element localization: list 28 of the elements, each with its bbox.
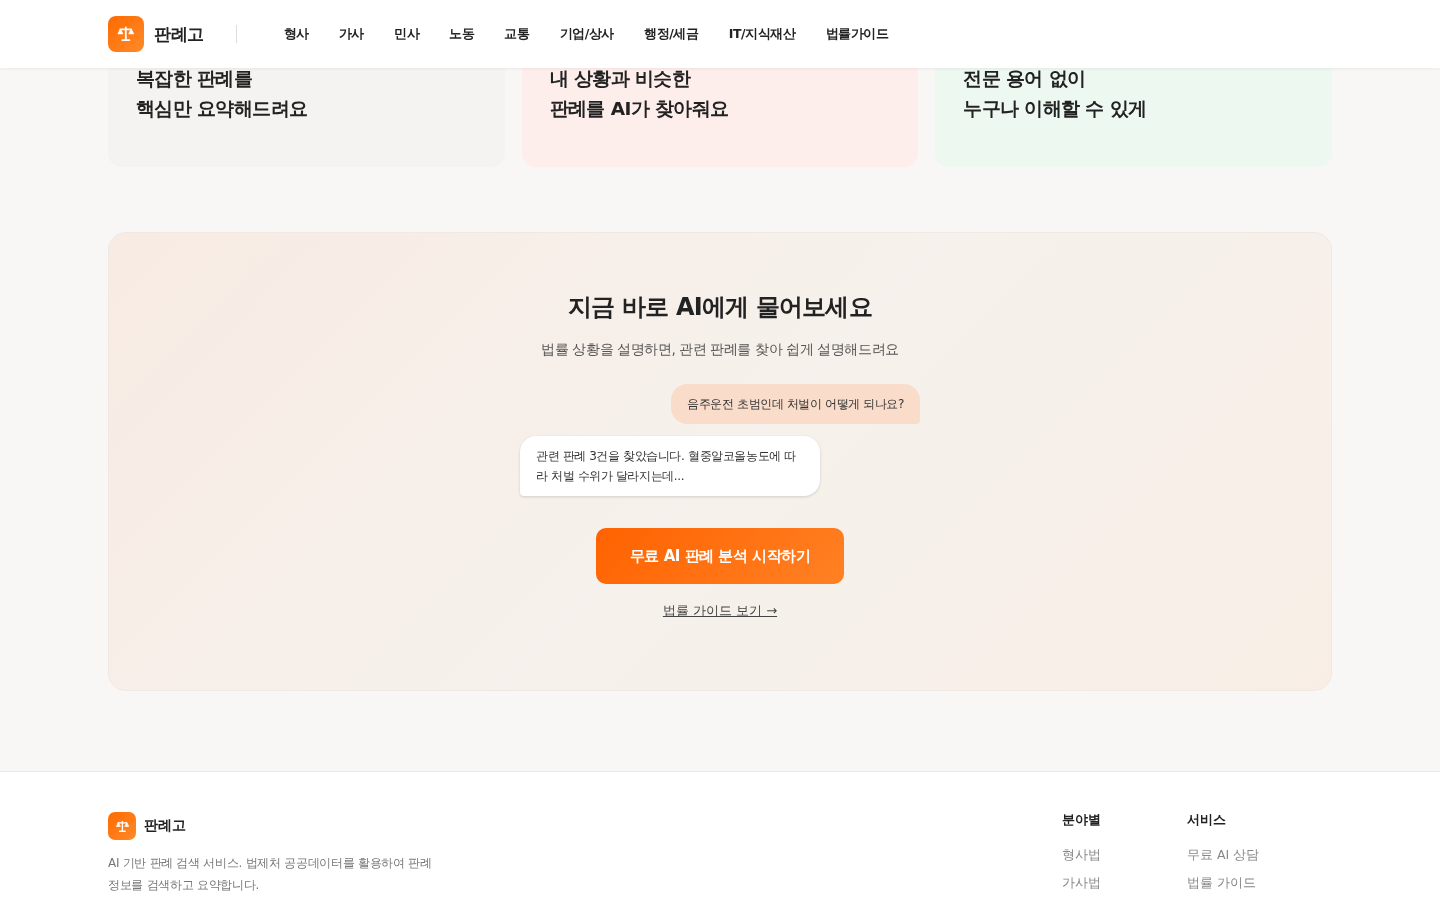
ai-message: 관련 판례 3건을 찾았습니다. 혈중알코올농도에 따라 처벌 수위가 달라지는데... xyxy=(520,436,820,496)
nav-link[interactable]: 법률가이드 xyxy=(810,25,904,43)
nav-link[interactable]: 가사 xyxy=(323,25,379,43)
scale-logo-icon[interactable] xyxy=(108,812,136,840)
footer-description: AI 기반 판례 검색 서비스. 법제처 공공데이터를 활용하여 판례 정보를 검색하고 요약합니다. xyxy=(108,855,433,894)
footer-heading: 서비스 xyxy=(1187,812,1227,829)
brand-name[interactable]: 판례고 xyxy=(144,817,186,835)
cta-subtitle: 법률 상황을 설명하면, 관련 판례를 찾아 쉽게 설명해드려요 xyxy=(541,341,899,359)
brand-name[interactable]: 판례고 xyxy=(154,22,204,46)
nav-link[interactable]: 민사 xyxy=(378,25,435,43)
nav-link[interactable]: 교통 xyxy=(489,25,545,43)
feature-heading: 복잡한 판례를 핵심만 요약해드려요 xyxy=(136,67,309,121)
footer-link[interactable]: 법률 가이드 xyxy=(1187,869,1312,897)
cta-title: 지금 바로 AI에게 물어보세요 xyxy=(568,292,872,323)
footer-heading: 분야별 xyxy=(1062,812,1102,829)
footer-link[interactable]: 가사법 xyxy=(1062,869,1187,897)
guide-link[interactable]: 법률 가이드 보기 → xyxy=(662,602,778,620)
scale-logo-icon[interactable] xyxy=(108,16,144,52)
footer-link[interactable]: 무료 AI 상담 xyxy=(1187,841,1312,869)
nav-link[interactable]: IT/지식재산 xyxy=(713,25,811,43)
user-message: 음주운전 초범인데 처벌이 어떻게 되나요? xyxy=(671,384,920,424)
footer-link[interactable]: 형사법 xyxy=(1062,841,1187,869)
nav-link[interactable]: 행정/세금 xyxy=(629,25,714,43)
nav-link[interactable]: 노동 xyxy=(434,25,490,43)
feature-heading: 내 상황과 비슷한 판례를 AI가 찾아줘요 xyxy=(549,67,730,121)
nav-link[interactable]: 형사 xyxy=(268,25,324,43)
nav-link[interactable]: 기업/상사 xyxy=(544,25,630,43)
feature-heading: 전문 용어 없이 누구나 이해할 수 있게 xyxy=(963,67,1148,121)
